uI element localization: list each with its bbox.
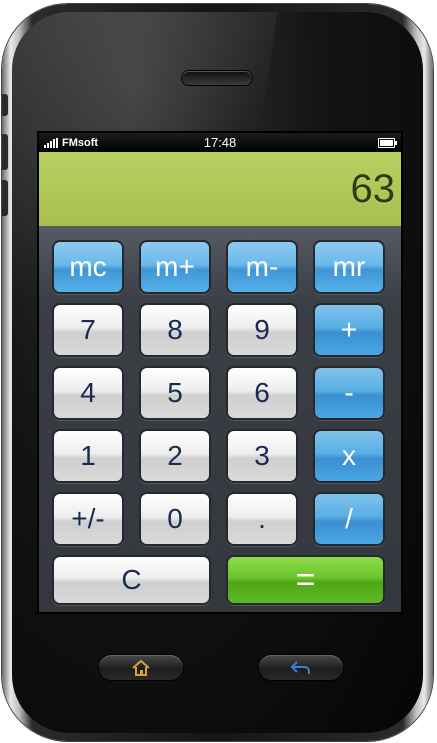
status-bar: FMsoft 17:48 [39, 133, 401, 152]
earpiece-speaker [182, 71, 252, 85]
decimal-point-button[interactable]: . [226, 492, 298, 546]
calculator-screen: FMsoft 17:48 63 mc m+ m- mr 7 8 9 + 4 5 … [39, 133, 401, 612]
back-button[interactable] [259, 655, 343, 680]
digit-1-button[interactable]: 1 [52, 429, 124, 483]
memory-add-button[interactable]: m+ [139, 240, 211, 294]
keypad: mc m+ m- mr 7 8 9 + 4 5 6 - 1 2 3 x +/- … [39, 226, 401, 612]
multiply-button[interactable]: x [313, 429, 385, 483]
memory-clear-button[interactable]: mc [52, 240, 124, 294]
digit-6-button[interactable]: 6 [226, 366, 298, 420]
digit-5-button[interactable]: 5 [139, 366, 211, 420]
digit-3-button[interactable]: 3 [226, 429, 298, 483]
battery-icon [378, 138, 397, 148]
digit-2-button[interactable]: 2 [139, 429, 211, 483]
negate-button[interactable]: +/- [52, 492, 124, 546]
digit-8-button[interactable]: 8 [139, 303, 211, 357]
status-time: 17:48 [203, 135, 237, 150]
digit-7-button[interactable]: 7 [52, 303, 124, 357]
add-button[interactable]: + [313, 303, 385, 357]
digit-9-button[interactable]: 9 [226, 303, 298, 357]
home-icon [132, 659, 150, 676]
equals-button[interactable]: = [226, 555, 385, 605]
home-button[interactable] [99, 655, 183, 680]
back-arrow-icon [290, 660, 310, 674]
clear-button[interactable]: C [52, 555, 211, 605]
memory-subtract-button[interactable]: m- [226, 240, 298, 294]
digit-0-button[interactable]: 0 [139, 492, 211, 546]
subtract-button[interactable]: - [313, 366, 385, 420]
result-display: 63 [39, 152, 401, 229]
volume-up-button [2, 134, 8, 170]
volume-down-button [2, 180, 8, 216]
mute-switch [2, 94, 8, 116]
display-value: 63 [350, 167, 396, 211]
digit-4-button[interactable]: 4 [52, 366, 124, 420]
divide-button[interactable]: / [313, 492, 385, 546]
memory-recall-button[interactable]: mr [313, 240, 385, 294]
